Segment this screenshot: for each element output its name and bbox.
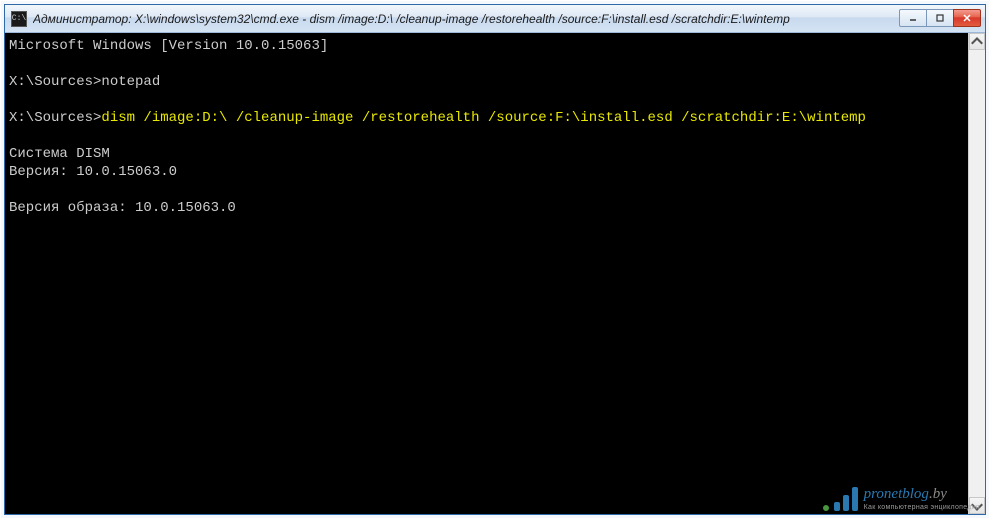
window-controls [900, 9, 981, 29]
window-title: Администратор: X:\windows\system32\cmd.e… [33, 12, 900, 26]
close-icon [962, 13, 972, 23]
output-line: Версия образа: 10.0.15063.0 [9, 200, 236, 216]
terminal-output[interactable]: Microsoft Windows [Version 10.0.15063] X… [5, 33, 968, 514]
prompt: X:\Sources> [9, 110, 101, 126]
chevron-down-icon [970, 499, 984, 513]
minimize-icon [908, 13, 918, 23]
titlebar[interactable]: C:\ Администратор: X:\windows\system32\c… [5, 5, 985, 33]
command-text: notepad [101, 74, 160, 90]
chevron-up-icon [970, 35, 984, 49]
scroll-track[interactable] [969, 50, 985, 497]
vertical-scrollbar[interactable] [968, 33, 985, 514]
scroll-down-button[interactable] [969, 497, 985, 514]
command-text: dism /image:D:\ /cleanup-image /restoreh… [101, 110, 866, 126]
scroll-up-button[interactable] [969, 33, 985, 50]
minimize-button[interactable] [899, 9, 927, 27]
output-line: Система DISM [9, 146, 110, 162]
prompt: X:\Sources> [9, 74, 101, 90]
output-line: Microsoft Windows [Version 10.0.15063] [9, 38, 328, 54]
cmd-window: C:\ Администратор: X:\windows\system32\c… [4, 4, 986, 515]
output-line: Версия: 10.0.15063.0 [9, 164, 177, 180]
maximize-icon [935, 13, 945, 23]
maximize-button[interactable] [926, 9, 954, 27]
cmd-icon: C:\ [11, 11, 27, 27]
close-button[interactable] [953, 9, 981, 27]
terminal-area: Microsoft Windows [Version 10.0.15063] X… [5, 33, 985, 514]
